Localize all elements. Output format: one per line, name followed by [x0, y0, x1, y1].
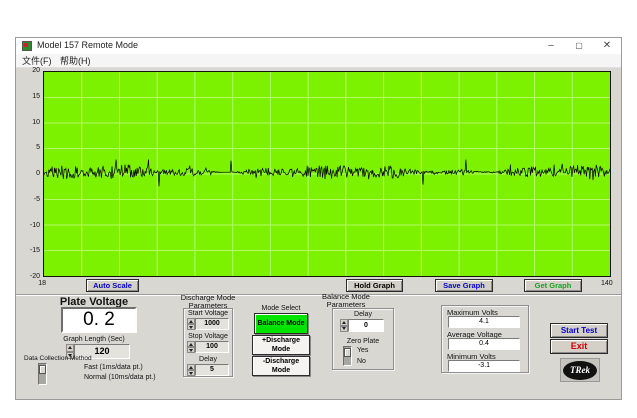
start-test-button[interactable]: Start Test	[550, 323, 608, 338]
maximize-icon[interactable]: ▢	[565, 38, 593, 54]
y-tick-label: 15	[16, 93, 40, 100]
y-tick-label: -20	[16, 273, 40, 280]
y-tick-label: 10	[16, 119, 40, 126]
trek-logo: TRek	[560, 358, 600, 382]
discharge-delay-label: Delay	[183, 356, 233, 363]
y-tick-label: -15	[16, 247, 40, 254]
get-graph-button[interactable]: Get Graph	[524, 279, 582, 292]
zero-plate-no-label[interactable]: No	[357, 358, 366, 365]
graph-length-up-icon[interactable]	[66, 344, 74, 352]
hold-graph-button[interactable]: Hold Graph	[346, 279, 403, 292]
minimize-icon[interactable]: –	[537, 38, 565, 54]
mode-select-label: Mode Select	[246, 305, 316, 312]
stop-voltage-stepper[interactable]: 100	[187, 341, 229, 353]
minimum-volts-value: -3.1	[448, 360, 520, 372]
y-tick-label: 20	[16, 67, 40, 74]
app-window: Model 157 Remote Mode – ▢ ✕ 文件(F) 帮助(H) …	[15, 37, 622, 400]
discharge-delay-down-icon[interactable]	[187, 370, 195, 376]
zero-plate-toggle-handle[interactable]	[344, 348, 351, 357]
plate-voltage-display[interactable]: 0. 2	[61, 307, 137, 333]
menu-bar: 文件(F) 帮助(H)	[16, 54, 621, 68]
zero-plate-label: Zero Plate	[332, 338, 394, 345]
zero-plate-yes-label[interactable]: Yes	[357, 347, 368, 354]
title-bar: Model 157 Remote Mode – ▢ ✕	[16, 38, 621, 54]
start-voltage-value[interactable]: 1000	[195, 318, 229, 330]
voltage-graph	[43, 71, 611, 277]
discharge-delay-stepper[interactable]: 5	[187, 364, 229, 376]
y-tick-label: -10	[16, 222, 40, 229]
start-voltage-down-icon[interactable]	[187, 324, 195, 330]
maximum-volts-value: 4.1	[448, 316, 520, 328]
exit-button[interactable]: Exit	[550, 339, 608, 354]
y-tick-label: 0	[16, 170, 40, 177]
stop-voltage-value[interactable]: 100	[195, 341, 229, 353]
y-tick-label: -5	[16, 196, 40, 203]
menu-help[interactable]: 帮助(H)	[56, 55, 95, 67]
normal-option-label[interactable]: Normal (10ms/data pt.)	[84, 374, 156, 381]
auto-scale-button[interactable]: Auto Scale	[86, 279, 139, 292]
zero-plate-toggle[interactable]	[343, 346, 352, 366]
start-voltage-stepper[interactable]: 1000	[187, 318, 229, 330]
close-icon[interactable]: ✕	[593, 38, 621, 54]
graph-length-label: Graph Length (Sec)	[49, 336, 139, 343]
balance-delay-down-icon[interactable]	[340, 326, 348, 333]
discharge-delay-value[interactable]: 5	[195, 364, 229, 376]
menu-file[interactable]: 文件(F)	[18, 55, 56, 67]
data-collection-slider-handle[interactable]	[39, 365, 46, 374]
x-axis-start-label: 18	[30, 280, 46, 287]
x-axis-end-label: 140	[601, 280, 617, 287]
balance-mode-button[interactable]: Balance Mode	[254, 313, 308, 334]
data-collection-slider[interactable]	[38, 363, 47, 385]
fast-option-label[interactable]: Fast (1ms/data pt.)	[84, 364, 143, 371]
balance-delay-stepper[interactable]: 0	[340, 319, 384, 332]
trek-logo-text: TRek	[563, 361, 597, 380]
app-icon	[22, 41, 32, 51]
y-tick-label: 5	[16, 144, 40, 151]
pos-discharge-mode-button[interactable]: +Discharge Mode	[252, 335, 310, 355]
stop-voltage-label: Stop Voltage	[183, 333, 233, 340]
balance-delay-value[interactable]: 0	[348, 319, 384, 332]
start-voltage-label: Start Voltage	[183, 310, 233, 317]
window-title: Model 157 Remote Mode	[37, 40, 138, 50]
data-collection-label: Data Collection Method	[24, 355, 92, 362]
neg-discharge-mode-button[interactable]: -Discharge Mode	[252, 356, 310, 376]
balance-delay-label: Delay	[332, 311, 394, 318]
average-voltage-value: 0.4	[448, 338, 520, 350]
save-graph-button[interactable]: Save Graph	[435, 279, 493, 292]
stop-voltage-down-icon[interactable]	[187, 347, 195, 353]
